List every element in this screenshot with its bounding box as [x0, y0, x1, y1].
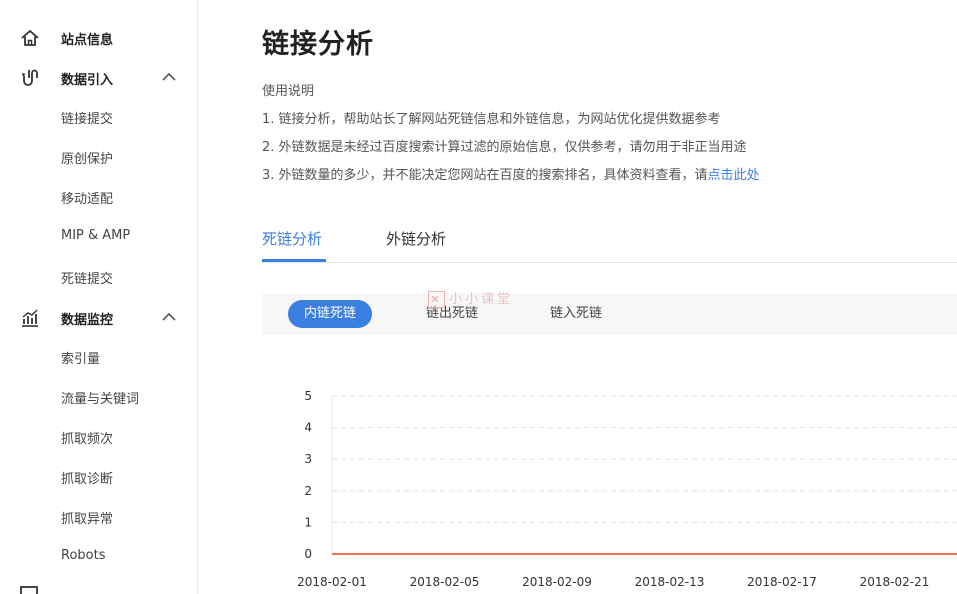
sidebar-item-crawl-diagnose[interactable]: 抓取诊断 [61, 468, 113, 487]
next-group-icon [20, 586, 38, 594]
x-tick-label: 2018-02-05 [410, 575, 480, 589]
chevron-up-icon[interactable] [162, 312, 176, 322]
sidebar-item-dead-link-submit[interactable]: 死链提交 [61, 268, 113, 287]
y-tick-label: 5 [304, 389, 312, 403]
main-content: 链接分析 使用说明 1. 链接分析，帮助站长了解网站死链信息和外链信息，为网站优… [262, 0, 957, 594]
sidebar-item-label: 站点信息 [61, 33, 114, 48]
watermark-text: 小小课堂 [449, 292, 514, 307]
sidebar-item-traffic-keywords[interactable]: 流量与关键词 [61, 388, 139, 407]
sidebar-item-mobile-adapt[interactable]: 移动适配 [61, 188, 113, 207]
chart-x-ticks: 2018-02-01 2018-02-05 2018-02-09 2018-02-13… [297, 575, 929, 589]
watermark-logo-icon: ✕ [428, 291, 445, 308]
sidebar-item-site-info[interactable]: 站点信息 [0, 18, 197, 58]
tab-external-link-analysis[interactable]: 外链分析 [386, 228, 446, 249]
sidebar-group-data-monitor[interactable]: 数据监控 [0, 298, 197, 338]
subtab-inbound-dead-links[interactable]: 链入死链 [550, 300, 602, 328]
x-tick-label: 2018-02-13 [635, 575, 705, 589]
usage-line-2: 2. 外链数据是未经过百度搜索计算过滤的原始信息，仅供参考，请勿用于非正当用途 [262, 140, 747, 155]
sidebar-item-robots[interactable]: Robots [61, 548, 105, 563]
sidebar-group-label: 数据监控 [61, 313, 114, 328]
y-tick-label: 4 [304, 421, 312, 435]
sidebar-item-mip-amp[interactable]: MIP & AMP [61, 228, 130, 243]
chevron-up-icon[interactable] [162, 72, 176, 82]
usage-line-1: 1. 链接分析，帮助站长了解网站死链信息和外链信息，为网站优化提供数据参考 [262, 112, 721, 127]
chart-grid [331, 395, 957, 554]
x-tick-label: 2018-02-09 [522, 575, 592, 589]
x-tick-label: 2018-02-21 [860, 575, 930, 589]
usage-line-3-text: 3. 外链数量的多少，并不能决定您网站在百度的搜索排名，具体资料查看，请 [262, 168, 708, 183]
dead-link-chart: 012345 2018-02-01 2018-02-05 2018-02-09 201… [297, 389, 957, 589]
x-tick-label: 2018-02-01 [297, 575, 367, 589]
x-tick-label: 2018-02-17 [747, 575, 817, 589]
sidebar-group-label: 数据引入 [61, 73, 114, 88]
subtab-internal-dead-links[interactable]: 内链死链 [288, 300, 372, 328]
y-tick-label: 0 [304, 547, 312, 561]
data-import-icon [22, 69, 38, 86]
home-icon [21, 29, 39, 46]
sidebar: 站点信息 数据引入 链接提交 原创保护 移动适配 MIP & AMP 死链提交 … [0, 0, 198, 594]
sidebar-group-data-import[interactable]: 数据引入 [0, 58, 197, 98]
sidebar-item-crawl-frequency[interactable]: 抓取频次 [61, 428, 113, 447]
usage-line-3: 3. 外链数量的多少，并不能决定您网站在百度的搜索排名，具体资料查看，请点击此处 [262, 164, 760, 183]
sidebar-item-link-submit[interactable]: 链接提交 [61, 108, 113, 127]
watermark: ✕ 小小课堂 [428, 288, 513, 308]
chart-monitor-icon [22, 309, 38, 327]
sidebar-item-crawl-errors[interactable]: 抓取异常 [61, 508, 113, 527]
tab-bar: 死链分析 外链分析 [262, 224, 957, 263]
sidebar-item-index[interactable]: 索引量 [61, 348, 100, 367]
active-tab-indicator [262, 259, 326, 262]
y-tick-label: 2 [304, 484, 312, 498]
tab-dead-link-analysis[interactable]: 死链分析 [262, 228, 322, 249]
y-tick-label: 1 [304, 515, 312, 529]
page-title: 链接分析 [262, 29, 374, 60]
y-tick-label: 3 [304, 452, 312, 466]
usage-heading: 使用说明 [262, 84, 315, 99]
click-here-link[interactable]: 点击此处 [708, 168, 760, 183]
sidebar-item-original-protect[interactable]: 原创保护 [61, 148, 113, 167]
subtab-bar: 内链死链 链出死链 链入死链 [262, 293, 957, 335]
chart-y-ticks: 0 1 2 3 4 5 [304, 389, 312, 561]
